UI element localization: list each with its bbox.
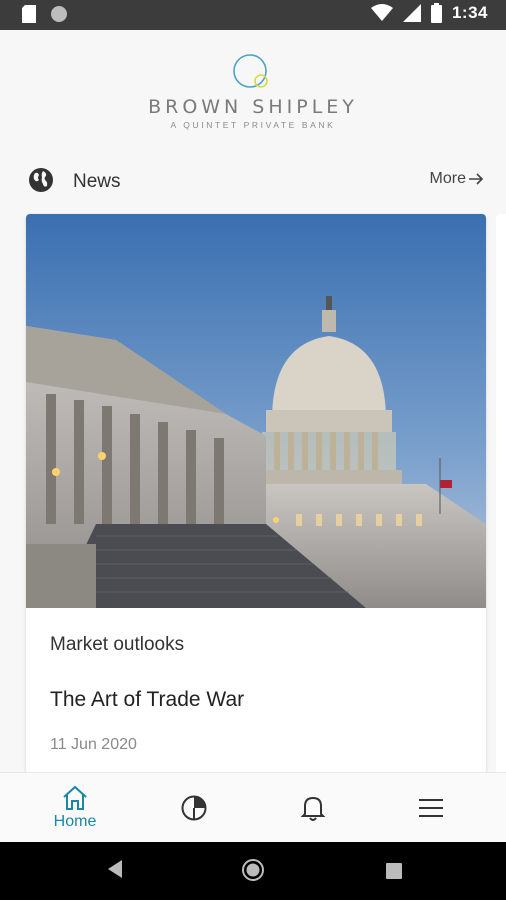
system-navigation-bar [0,842,506,900]
cellular-signal-icon [402,4,421,22]
bell-icon [300,796,326,821]
more-label: More [429,170,466,187]
home-icon [63,785,87,810]
circle-notification-icon [51,6,67,22]
article-category: Market outlooks [50,634,185,655]
news-section-title: News [73,171,121,192]
menu-icon [419,799,443,817]
globe-icon [29,168,53,192]
recents-icon[interactable] [385,862,403,880]
app-screen: BROWN SHIPLEY A QUINTET PRIVATE BANK New… [0,30,506,843]
status-bar: 1:34 [0,0,506,30]
brand-name: BROWN SHIPLEY [148,96,358,118]
nav-home[interactable]: Home [12,773,138,843]
brand-tagline: A QUINTET PRIVATE BANK [170,120,336,130]
sd-card-icon [22,5,36,23]
bottom-navigation: Home [0,772,506,843]
article-title: The Art of Trade War [50,688,245,711]
brand-logo-mark [233,54,268,88]
article-image-capitol [26,214,486,608]
pie-chart-icon [181,795,207,821]
more-news-link[interactable]: More [430,170,484,188]
nav-notifications[interactable] [250,773,376,843]
nav-menu[interactable] [368,773,494,843]
battery-icon [430,3,442,23]
nav-home-label: Home [53,813,97,830]
article-date: 11 Jun 2020 [50,736,137,753]
next-article-card-peek[interactable] [496,214,506,774]
arrow-right-icon [469,173,484,185]
brand-logo: BROWN SHIPLEY A QUINTET PRIVATE BANK [0,52,506,130]
back-icon[interactable] [104,858,124,880]
nav-portfolio[interactable] [131,773,257,843]
news-article-card[interactable]: Market outlooks The Art of Trade War 11 … [26,214,486,774]
wifi-icon [370,4,393,21]
news-section-header: News More [28,166,484,196]
status-time: 1:34 [451,3,488,22]
home-circle-icon[interactable] [241,858,265,882]
